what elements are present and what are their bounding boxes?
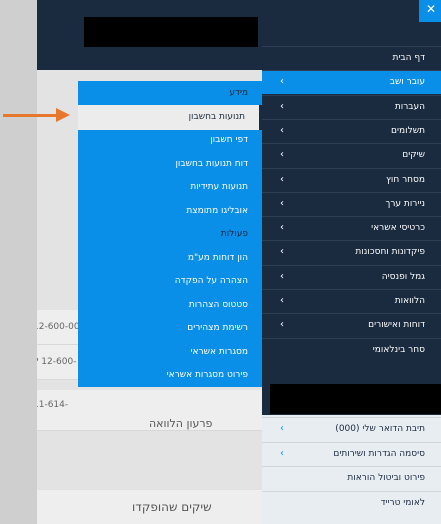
chevron-left-icon: ‹ [280, 246, 284, 258]
nav-item-label: פיקדונות וחסכונות [355, 247, 425, 258]
nav-item[interactable]: שיקים ‹ [262, 143, 441, 167]
nav-item[interactable]: כרטיסי אשראי ‹ [262, 216, 441, 240]
secondary-nav-item[interactable]: לאומי טרייד [262, 490, 441, 515]
account-number: P 12-600- [37, 357, 77, 367]
submenu-item[interactable]: אובליגו מתומצת [78, 199, 262, 224]
nav-item[interactable]: ניירות ערך ‹ [262, 191, 441, 216]
submenu-item-label: מסגרות אשראי [190, 346, 248, 357]
submenu-item-label: דפי חשבון [210, 135, 248, 145]
submenu-item-label: הצהרה על הפקדה [174, 276, 248, 286]
secondary-nav-item-label: לאומי טרייד [380, 497, 425, 508]
loan-repayment-title: פרעון הלוואה [149, 417, 213, 430]
redacted-header-block [84, 17, 258, 47]
app-window: 12-600-00 P 12-600- 11-614- פרעון הלוואה… [37, 0, 441, 524]
nav-item[interactable]: העברות ‹ [262, 94, 441, 119]
nav-item[interactable]: עובר ושב ‹ [262, 70, 441, 95]
nav-item-label: תשלומים [391, 125, 425, 136]
account-submenu: מידע תנועות בחשבון דפי חשבון דוח תנועות בחש… [78, 81, 262, 387]
pointer-arrow-shaft [3, 114, 61, 117]
chevron-left-icon: ‹ [280, 76, 284, 88]
nav-item[interactable]: גמל ופנסיה ‹ [262, 264, 441, 289]
chevron-left-icon: ‹ [280, 319, 284, 331]
submenu-section-header: מידע [78, 81, 262, 106]
submenu-item-label: רשימת מצהירים [187, 323, 248, 333]
nav-item-label: דף הבית [392, 53, 425, 63]
submenu-item-label: פירוט מסגרות אשראי [166, 370, 248, 380]
nav-item-label: שיקים [402, 150, 425, 161]
submenu-item-label: סטטוס הצהרות [188, 299, 248, 310]
chevron-left-icon: ‹ [280, 423, 284, 434]
nav-item-label: העברות [394, 101, 425, 112]
checks-section: שיקים שהופקדו [37, 490, 270, 524]
nav-item-label: סחר בינלאומי [372, 344, 425, 355]
nav-item-label: כרטיסי אשראי [371, 223, 425, 234]
submenu-item-label: מידע [229, 88, 248, 98]
account-number: 12-600-00 [37, 322, 80, 332]
submenu-item-label: אובליגו מתומצת [186, 205, 248, 216]
chevron-left-icon: ‹ [280, 222, 284, 234]
nav-item-label: מסחר חוץ [386, 174, 425, 185]
chevron-left-icon: ‹ [280, 197, 284, 209]
submenu-section-header: פעולות [78, 222, 262, 247]
account-number: 11-614- [37, 400, 69, 410]
submenu-item[interactable]: הצהרה על הפקדה [78, 269, 262, 294]
secondary-nav-list: תיבת הדואר שלי (000) ‹ סיסמה הגדרות ושירות… [262, 415, 441, 524]
submenu-item[interactable]: סטטוס הצהרות [78, 293, 262, 318]
secondary-nav-item[interactable]: תיבת הדואר שלי (000) ‹ [262, 417, 441, 441]
secondary-nav-item-label: פירוט וביטול הוראות [347, 473, 425, 483]
chevron-left-icon: ‹ [280, 447, 284, 459]
nav-item-label: ניירות ערך [385, 198, 426, 209]
redacted-block [270, 384, 441, 414]
pointer-arrow-icon [56, 108, 70, 122]
nav-item-label: הלוואות [394, 296, 425, 306]
secondary-nav-item-label: סיסמה הגדרות ושירותים [333, 448, 425, 459]
account-row: 11-614- פרעון הלוואה [37, 390, 270, 431]
submenu-item[interactable]: הון דוחות מע"מ [78, 246, 262, 271]
secondary-nav-item[interactable]: סיסמה הגדרות ושירותים ‹ [262, 441, 441, 466]
nav-item[interactable]: דוחות ואישורים ‹ [262, 313, 441, 337]
submenu-item-label: תנועות עתידיות [190, 182, 248, 192]
nav-item[interactable]: דף הבית [262, 46, 441, 70]
close-menu-button[interactable]: ✕ [419, 0, 441, 22]
submenu-item[interactable]: תנועות עתידיות [78, 175, 262, 200]
submenu-item-label: פעולות [220, 229, 248, 239]
chevron-left-icon: ‹ [280, 124, 284, 136]
chevron-left-icon: ‹ [280, 270, 284, 282]
chevron-left-icon: ‹ [280, 100, 284, 112]
nav-item-label: דוחות ואישורים [368, 320, 425, 331]
submenu-item[interactable]: מסגרות אשראי [78, 340, 262, 365]
chevron-left-icon: ‹ [280, 149, 284, 161]
submenu-item-label: דוח תנועות בחשבון [175, 158, 248, 169]
submenu-item[interactable]: רשימת מצהירים [78, 316, 262, 341]
nav-item[interactable]: מסחר חוץ ‹ [262, 167, 441, 192]
submenu-item[interactable]: דפי חשבון [78, 128, 262, 153]
close-icon: ✕ [425, 2, 436, 16]
submenu-item-label: הון דוחות מע"מ [187, 252, 248, 263]
nav-item[interactable]: הלוואות ‹ [262, 289, 441, 313]
secondary-nav-item-label: תיבת הדואר שלי (000) [335, 424, 425, 434]
nav-item-label: גמל ופנסיה [381, 271, 425, 282]
chevron-left-icon: ‹ [280, 295, 284, 306]
submenu-item[interactable]: פירוט מסגרות אשראי [78, 363, 262, 388]
nav-item[interactable]: תשלומים ‹ [262, 118, 441, 143]
nav-item[interactable]: פיקדונות וחסכונות ‹ [262, 240, 441, 264]
secondary-nav-item[interactable]: פירוט וביטול הוראות [262, 466, 441, 490]
submenu-item[interactable]: דוח תנועות בחשבון [78, 152, 262, 177]
submenu-item[interactable]: תנועות בחשבון [78, 104, 262, 130]
submenu-item-label: תנועות בחשבון [188, 111, 245, 122]
nav-item[interactable]: סחר בינלאומי [262, 337, 441, 362]
nav-item-label: עובר ושב [389, 77, 425, 88]
chevron-left-icon: ‹ [280, 173, 284, 185]
deposited-checks-title: שיקים שהופקדו [132, 500, 212, 514]
